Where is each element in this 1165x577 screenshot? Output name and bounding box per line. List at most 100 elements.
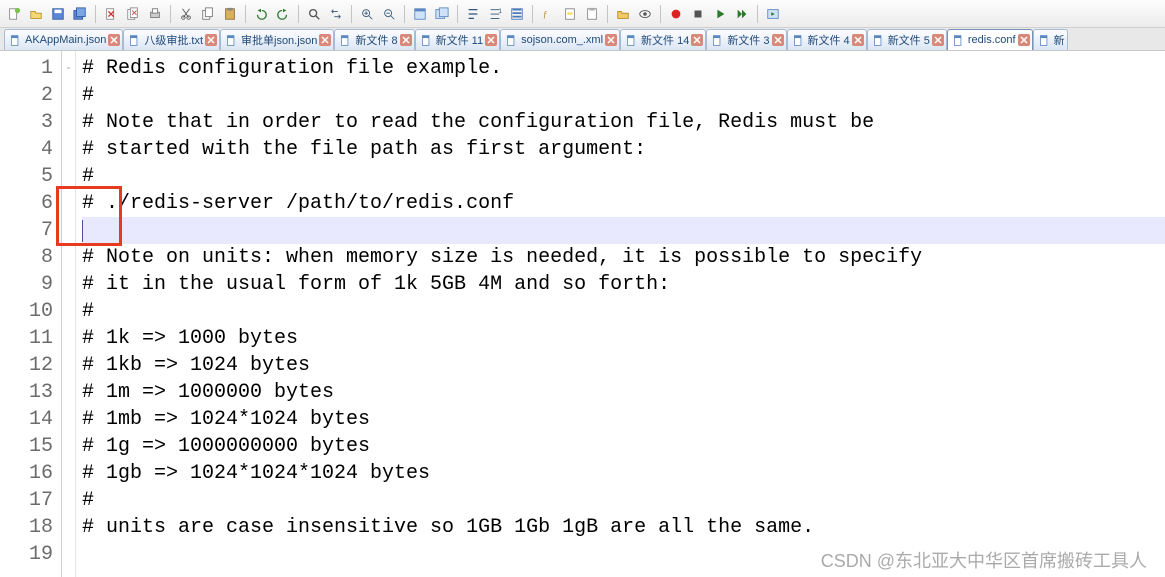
stop-icon[interactable] xyxy=(688,4,708,24)
tab-AKAppMain-json[interactable]: AKAppMain.json xyxy=(4,29,123,50)
wrap-left-icon[interactable] xyxy=(463,4,483,24)
code-line[interactable]: # 1g => 1000000000 bytes xyxy=(82,433,1165,460)
code-line[interactable]: # 1mb => 1024*1024 bytes xyxy=(82,406,1165,433)
run-icon[interactable] xyxy=(763,4,783,24)
copy-icon[interactable] xyxy=(198,4,218,24)
code-line[interactable] xyxy=(82,541,1165,568)
code-line[interactable]: # xyxy=(82,298,1165,325)
tab-label: AKAppMain.json xyxy=(25,34,106,46)
tab-close-icon[interactable] xyxy=(852,34,864,46)
open-icon[interactable] xyxy=(26,4,46,24)
tab--json-json[interactable]: 审批单json.json xyxy=(220,29,334,50)
fast-fwd-icon[interactable] xyxy=(732,4,752,24)
window-1-icon[interactable] xyxy=(410,4,430,24)
tab-sojson-com-xml[interactable]: sojson.com_.xml xyxy=(500,29,620,50)
code-line[interactable]: # it in the usual form of 1k 5GB 4M and … xyxy=(82,271,1165,298)
fold-marker[interactable] xyxy=(62,163,75,190)
highlight-icon[interactable] xyxy=(560,4,580,24)
record-icon[interactable] xyxy=(666,4,686,24)
fold-marker[interactable] xyxy=(62,136,75,163)
code-line[interactable]: # xyxy=(82,82,1165,109)
tab--14[interactable]: 新文件 14 xyxy=(620,29,706,50)
tab-close-icon[interactable] xyxy=(485,34,497,46)
wrap-center-icon[interactable] xyxy=(507,4,527,24)
tab-close-icon[interactable] xyxy=(319,34,331,46)
tab--txt[interactable]: 八级审批.txt xyxy=(123,29,220,50)
code-line[interactable]: # xyxy=(82,163,1165,190)
redo-icon[interactable] xyxy=(273,4,293,24)
code-line[interactable]: # Redis configuration file example. xyxy=(82,55,1165,82)
tab--[interactable]: 新 xyxy=(1033,29,1068,50)
wrap-1-icon[interactable]: 1 xyxy=(485,4,505,24)
fold-marker[interactable] xyxy=(62,379,75,406)
new-file-icon[interactable] xyxy=(4,4,24,24)
tab-close-icon[interactable] xyxy=(691,34,703,46)
editor-area: 12345678910111213141516171819 - # Redis … xyxy=(0,51,1165,577)
tab--3[interactable]: 新文件 3 xyxy=(706,29,786,50)
tab--4[interactable]: 新文件 4 xyxy=(787,29,867,50)
save-all-icon[interactable] xyxy=(70,4,90,24)
code-line[interactable]: # xyxy=(82,487,1165,514)
paste-icon[interactable] xyxy=(220,4,240,24)
save-icon[interactable] xyxy=(48,4,68,24)
fold-marker[interactable] xyxy=(62,406,75,433)
tab-close-icon[interactable] xyxy=(400,34,412,46)
code-line[interactable]: # units are case insensitive so 1GB 1Gb … xyxy=(82,514,1165,541)
func-icon[interactable]: ƒ xyxy=(538,4,558,24)
fold-marker[interactable] xyxy=(62,298,75,325)
fold-marker[interactable]: - xyxy=(62,55,75,82)
code-line[interactable]: # 1m => 1000000 bytes xyxy=(82,379,1165,406)
tab-close-icon[interactable] xyxy=(605,34,617,46)
fold-marker[interactable] xyxy=(62,271,75,298)
code-line[interactable]: # started with the file path as first ar… xyxy=(82,136,1165,163)
tab-close-icon[interactable] xyxy=(772,34,784,46)
clipboard-icon[interactable] xyxy=(582,4,602,24)
undo-icon[interactable] xyxy=(251,4,271,24)
zoom-out-icon[interactable] xyxy=(379,4,399,24)
fold-marker[interactable] xyxy=(62,190,75,217)
close-icon[interactable] xyxy=(101,4,121,24)
fold-marker[interactable] xyxy=(62,244,75,271)
fold-marker[interactable] xyxy=(62,352,75,379)
tab-close-icon[interactable] xyxy=(1018,34,1030,46)
eye-icon[interactable] xyxy=(635,4,655,24)
fold-marker[interactable] xyxy=(62,460,75,487)
line-number: 13 xyxy=(0,379,53,406)
fold-marker[interactable] xyxy=(62,217,75,244)
find-icon[interactable] xyxy=(304,4,324,24)
tab-label: 新文件 8 xyxy=(355,32,397,48)
play-icon[interactable] xyxy=(710,4,730,24)
print-icon[interactable] xyxy=(145,4,165,24)
folder-icon[interactable] xyxy=(613,4,633,24)
tab--11[interactable]: 新文件 11 xyxy=(415,29,500,50)
code-line[interactable]: # ./redis-server /path/to/redis.conf xyxy=(82,190,1165,217)
code-content[interactable]: # Redis configuration file example.## No… xyxy=(76,51,1165,577)
window-2-icon[interactable] xyxy=(432,4,452,24)
cut-icon[interactable] xyxy=(176,4,196,24)
tab-close-icon[interactable] xyxy=(932,34,944,46)
fold-marker[interactable] xyxy=(62,514,75,541)
close-all-icon[interactable] xyxy=(123,4,143,24)
tab-close-icon[interactable] xyxy=(205,34,217,46)
code-line[interactable]: # 1kb => 1024 bytes xyxy=(82,352,1165,379)
toolbar-separator xyxy=(95,5,96,23)
zoom-in-icon[interactable] xyxy=(357,4,377,24)
tab--8[interactable]: 新文件 8 xyxy=(334,29,414,50)
line-number: 16 xyxy=(0,460,53,487)
tab-close-icon[interactable] xyxy=(108,34,120,46)
fold-marker[interactable] xyxy=(62,109,75,136)
fold-marker[interactable] xyxy=(62,541,75,568)
fold-gutter: - xyxy=(62,51,76,577)
code-line[interactable]: # 1k => 1000 bytes xyxy=(82,325,1165,352)
code-line[interactable]: # Note on units: when memory size is nee… xyxy=(82,244,1165,271)
tab--5[interactable]: 新文件 5 xyxy=(867,29,947,50)
fold-marker[interactable] xyxy=(62,325,75,352)
replace-icon[interactable] xyxy=(326,4,346,24)
code-line[interactable] xyxy=(82,217,1165,244)
code-line[interactable]: # Note that in order to read the configu… xyxy=(82,109,1165,136)
fold-marker[interactable] xyxy=(62,82,75,109)
code-line[interactable]: # 1gb => 1024*1024*1024 bytes xyxy=(82,460,1165,487)
fold-marker[interactable] xyxy=(62,433,75,460)
fold-marker[interactable] xyxy=(62,487,75,514)
tab-redis-conf[interactable]: redis.conf xyxy=(947,29,1033,50)
